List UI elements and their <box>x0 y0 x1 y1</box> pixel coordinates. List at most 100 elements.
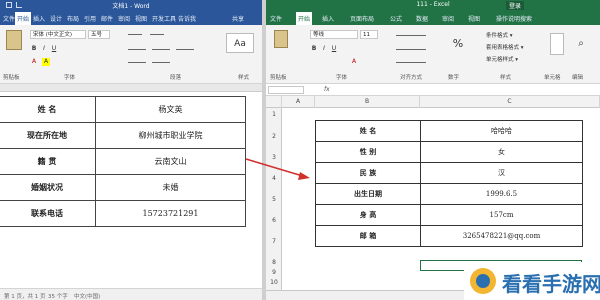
excel-cell-label[interactable]: 邮 箱 <box>315 225 421 247</box>
word-tab-tellme[interactable]: 告诉我 <box>178 14 196 23</box>
excel-login-button[interactable]: 登录 <box>506 1 525 10</box>
excel-tab-file[interactable]: 文件 <box>270 14 282 23</box>
word-tab-review[interactable]: 审阅 <box>118 14 130 23</box>
excel-cell-value[interactable]: 157cm <box>420 204 583 226</box>
excel-font-name[interactable]: 等线 <box>310 30 358 39</box>
excel-cell-value[interactable]: 哈哈哈 <box>420 120 583 142</box>
bold-icon[interactable]: B <box>30 45 38 53</box>
word-status-words[interactable]: 35 个字 <box>48 292 68 300</box>
row-header[interactable]: 8 <box>266 259 282 266</box>
word-cell-value[interactable]: 杨文英 <box>95 96 246 123</box>
table-row: 身 高 157cm <box>315 204 583 226</box>
excel-paste-icon[interactable] <box>274 30 288 48</box>
row-header[interactable]: 5 <box>266 196 282 203</box>
paste-icon[interactable] <box>6 30 22 50</box>
row-header[interactable]: 9 <box>266 269 282 276</box>
formula-bar: fx <box>266 84 600 96</box>
line-spacing-icon[interactable] <box>128 62 146 63</box>
word-share-button[interactable]: 共享 <box>232 14 244 23</box>
excel-cell-value[interactable]: 女 <box>420 141 583 163</box>
word-status-language[interactable]: 中文(中国) <box>74 292 100 300</box>
excel-tab-home[interactable]: 开始 <box>296 12 313 25</box>
underline-icon[interactable]: U <box>50 45 58 53</box>
excel-tab-formulas[interactable]: 公式 <box>390 14 402 23</box>
name-box[interactable] <box>268 86 304 94</box>
bullets-icon[interactable] <box>128 34 142 35</box>
excel-align-middle-icon[interactable] <box>396 49 426 50</box>
table-row: 婚姻状况 未婚 <box>0 174 246 201</box>
column-header-a[interactable]: A <box>282 96 315 108</box>
cells-icon[interactable] <box>550 33 564 55</box>
excel-tab-insert[interactable]: 插入 <box>322 14 334 23</box>
numbering-icon[interactable] <box>150 34 164 35</box>
excel-cell-label[interactable]: 姓 名 <box>315 120 421 142</box>
excel-align-top-icon[interactable] <box>396 35 426 36</box>
excel-tell-me[interactable]: 操作说明搜索 <box>496 14 532 23</box>
excel-bold-icon[interactable]: B <box>310 45 318 53</box>
excel-tab-review[interactable]: 审阅 <box>442 14 454 23</box>
excel-italic-icon[interactable]: I <box>320 45 328 53</box>
word-tab-insert[interactable]: 插入 <box>33 14 45 23</box>
excel-merge-icon[interactable] <box>396 62 426 63</box>
word-tab-file[interactable]: 文件 <box>3 14 15 23</box>
excel-tab-view[interactable]: 视图 <box>468 14 480 23</box>
word-tab-mailings[interactable]: 邮件 <box>101 14 113 23</box>
word-tab-developer[interactable]: 开发工具 <box>152 14 176 23</box>
word-tab-home[interactable]: 开始 <box>15 12 32 25</box>
align-center-icon[interactable] <box>152 49 170 50</box>
word-cell-label[interactable]: 籍 贯 <box>0 148 96 175</box>
word-cell-label[interactable]: 现在所在地 <box>0 122 96 149</box>
word-tab-view[interactable]: 视图 <box>135 14 147 23</box>
row-header[interactable]: 1 <box>266 111 282 118</box>
word-tab-design[interactable]: 设计 <box>50 14 62 23</box>
word-font-name[interactable]: 宋体 (中文正文) <box>30 30 86 39</box>
shading-icon[interactable] <box>152 62 170 63</box>
select-all-corner[interactable] <box>266 96 282 108</box>
highlight-icon[interactable]: A <box>42 58 50 66</box>
excel-cell-label[interactable]: 身 高 <box>315 204 421 226</box>
excel-cell-value[interactable]: 汉 <box>420 162 583 184</box>
excel-font-size[interactable]: 11 <box>360 30 378 39</box>
styles-gallery[interactable]: Aa <box>226 33 254 53</box>
word-cell-label[interactable]: 婚姻状况 <box>0 174 96 201</box>
row-header[interactable]: 6 <box>266 217 282 224</box>
row-header[interactable]: 7 <box>266 238 282 245</box>
align-left-icon[interactable] <box>128 49 146 50</box>
word-cell-value[interactable]: 未婚 <box>95 174 246 201</box>
excel-cell-value[interactable]: 1999.6.5 <box>420 183 583 205</box>
column-header-b[interactable]: B <box>315 96 420 108</box>
excel-tab-data[interactable]: 数据 <box>416 14 428 23</box>
table-row: 姓 名杨文英 <box>0 96 246 123</box>
excel-cell-label[interactable]: 民 族 <box>315 162 421 184</box>
excel-cell-label[interactable]: 出生日期 <box>315 183 421 205</box>
excel-underline-icon[interactable]: U <box>330 45 338 53</box>
italic-icon[interactable]: I <box>40 45 48 53</box>
row-header[interactable]: 2 <box>266 133 282 140</box>
percent-icon[interactable]: % <box>446 33 470 55</box>
word-cell-value[interactable]: 云南文山 <box>95 148 246 175</box>
word-window-title: 文档1 - Word <box>112 3 150 10</box>
word-status-page[interactable]: 第 1 页，共 1 页 <box>4 292 46 300</box>
excel-tab-page-layout[interactable]: 页面布局 <box>350 14 374 23</box>
excel-group-editing: 编辑 <box>572 75 584 81</box>
row-header[interactable]: 10 <box>266 279 282 286</box>
word-cell-label[interactable]: 姓 名 <box>0 96 96 123</box>
fx-icon[interactable]: fx <box>324 86 330 93</box>
column-header-c[interactable]: C <box>420 96 600 108</box>
search-icon[interactable]: ⌕ <box>572 33 590 55</box>
cell-styles-button[interactable]: 单元格样式 ▾ <box>486 55 518 63</box>
excel-font-color-icon[interactable]: A <box>350 58 358 66</box>
word-cell-value[interactable]: 柳州城市职业学院 <box>95 122 246 149</box>
conditional-format-button[interactable]: 条件格式 ▾ <box>486 31 513 39</box>
font-color-icon[interactable]: A <box>30 58 38 66</box>
word-cell-value[interactable]: 15723721291 <box>95 200 246 227</box>
word-tab-layout[interactable]: 布局 <box>67 14 79 23</box>
word-tab-references[interactable]: 引用 <box>84 14 96 23</box>
table-row: 民 族汉 <box>315 162 583 184</box>
format-as-table-button[interactable]: 套用表格格式 ▾ <box>486 43 524 51</box>
excel-cell-label[interactable]: 性 别 <box>315 141 421 163</box>
word-font-size[interactable]: 五号 <box>88 30 110 39</box>
word-cell-label[interactable]: 联系电话 <box>0 200 96 227</box>
align-right-icon[interactable] <box>176 49 194 50</box>
excel-cell-value[interactable]: 3265478221@qq.com <box>420 225 583 247</box>
